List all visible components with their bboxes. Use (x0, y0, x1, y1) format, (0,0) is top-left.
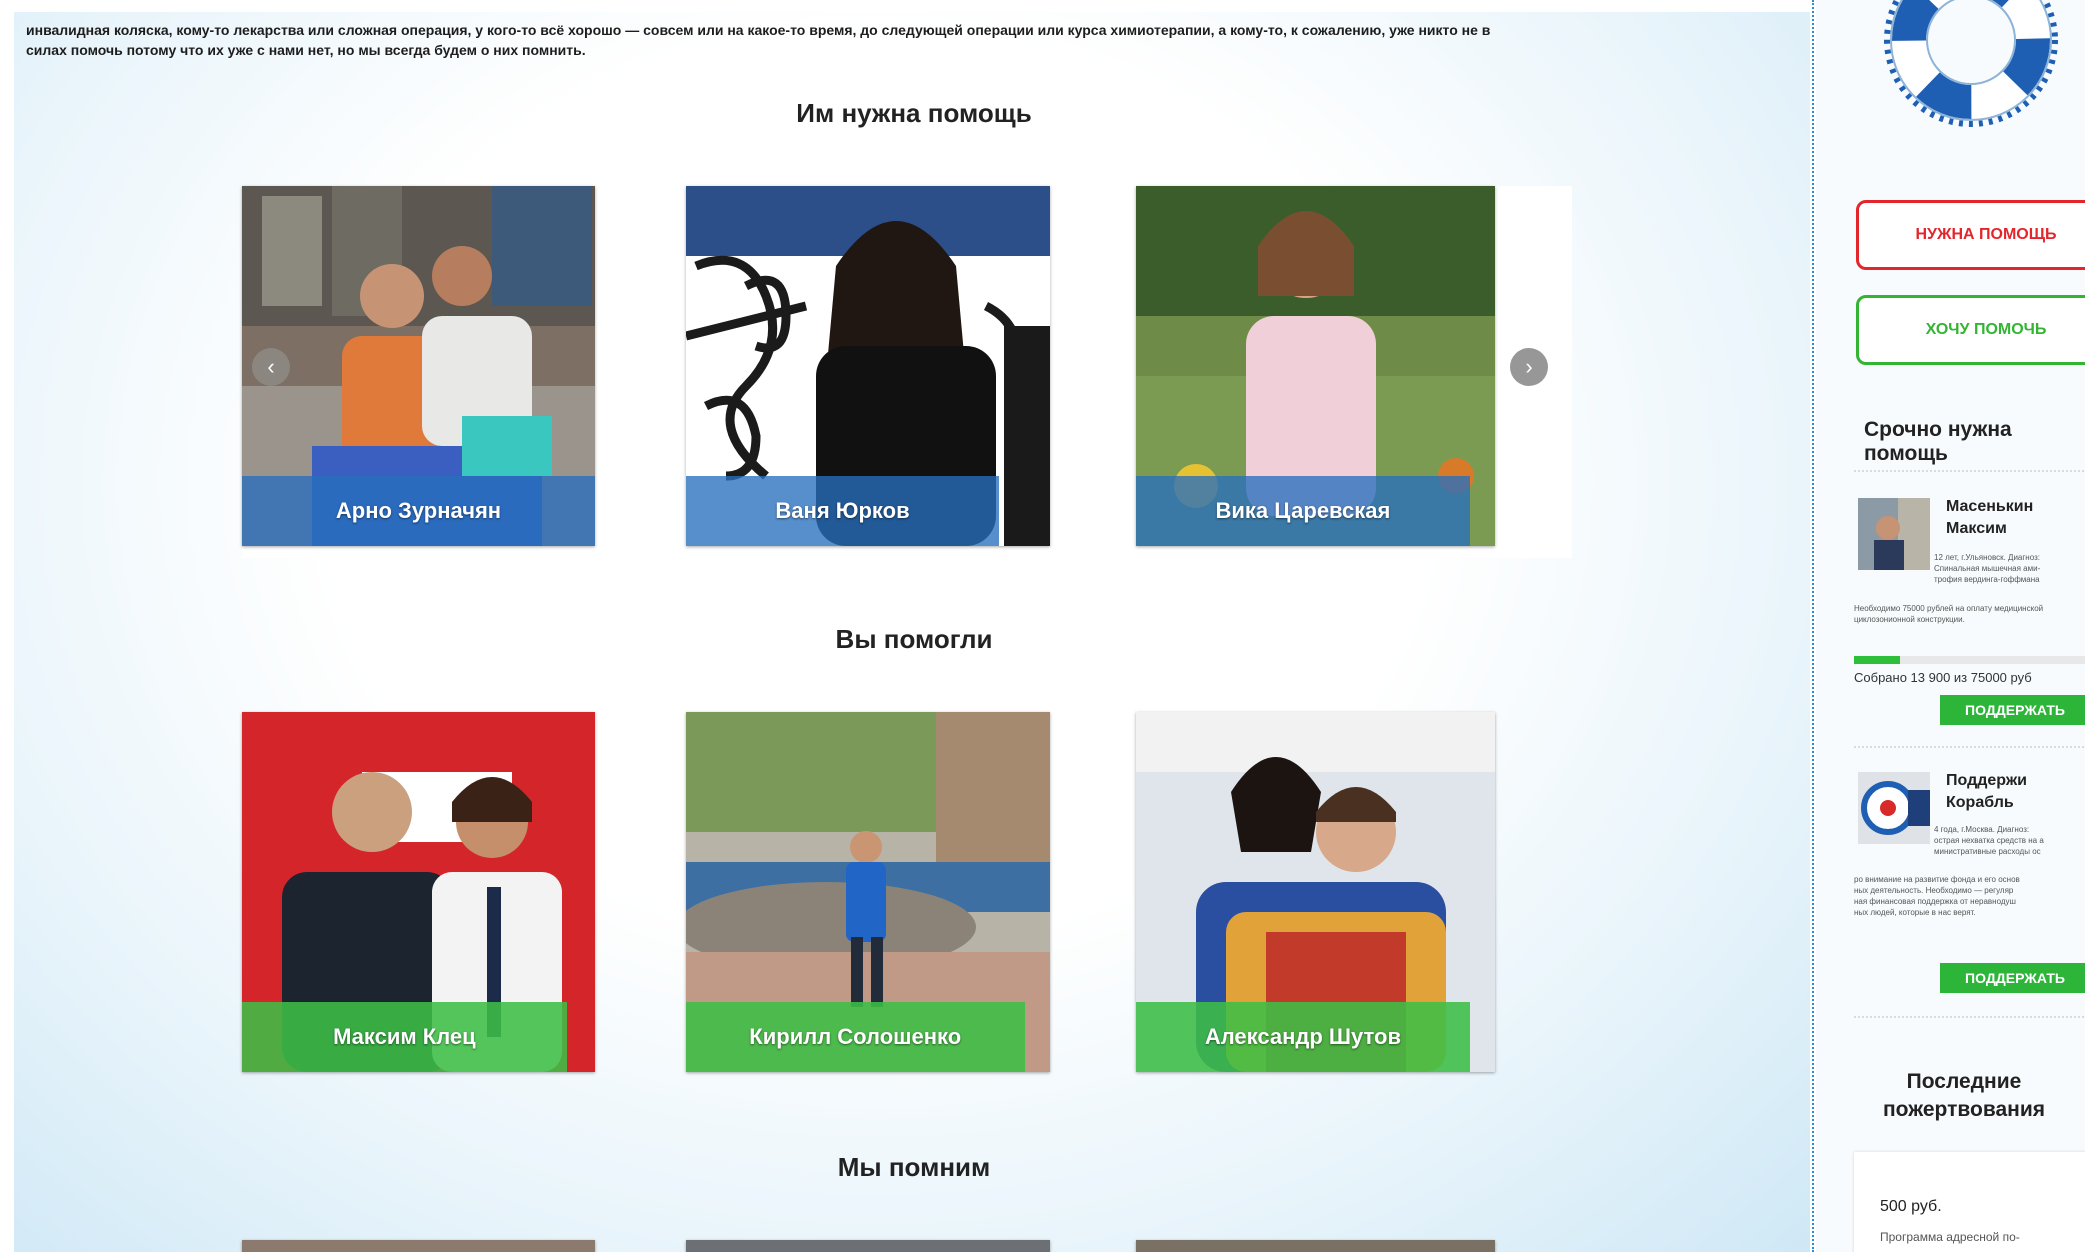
card-caption: Александр Шутов (1136, 1002, 1470, 1072)
separator (1854, 470, 2085, 472)
card-caption: Вика Царевская (1136, 476, 1470, 546)
card-helped-3[interactable]: Александр Шутов (1136, 712, 1495, 1072)
desc-line: министративные расходы ос (1934, 847, 2041, 856)
want-help-button[interactable]: ХОЧУ ПОМОЧЬ (1856, 295, 2085, 365)
card-need-help-2[interactable]: Ваня Юрков (686, 186, 1050, 546)
card-helped-2[interactable]: Кирилл Солошенко (686, 712, 1050, 1072)
intro-line-1: инвалидная коляска, кому-то лекарства ил… (26, 22, 1491, 38)
section-title-helped: Вы помогли (835, 624, 993, 654)
need-help-button[interactable]: НУЖНА ПОМОЩЬ (1856, 200, 2085, 270)
card-remember-3[interactable] (1136, 1240, 1495, 1252)
urgent-desc-2: 4 года, г.Москва. Диагноз: острая нехват… (1934, 824, 2044, 857)
desc-line: ная финансовая поддержка от неравнодуш (1854, 897, 2016, 906)
desc-line: Необходимо 75000 рублей на оплату медици… (1854, 604, 2044, 613)
main-content: инвалидная коляска, кому-то лекарства ил… (14, 12, 1810, 1252)
separator (1854, 746, 2085, 748)
desc-line: ро внимание на развитие фонда и его осно… (1854, 875, 2020, 884)
name-line: Корабль (1946, 794, 2014, 811)
desc-line: трофия вердинга-гоффмана (1934, 575, 2040, 584)
title-line: Последние (1906, 1070, 2022, 1093)
card-need-help-1[interactable]: Арно Зурначян (242, 186, 595, 546)
desc-line: 12 лет, г.Ульяновск. Диагноз: (1934, 553, 2040, 562)
title-line: пожертвования (1883, 1098, 2045, 1121)
carousel-prev-arrow-icon[interactable]: ‹ (252, 348, 290, 386)
progress-bar (1854, 656, 2085, 664)
desc-line: ных людей, которые в нас верят. (1854, 908, 1976, 917)
donation-item: 500 руб. Программа адресной по- (1854, 1152, 2085, 1252)
lifebuoy-icon (1884, 0, 2058, 127)
card-need-help-3[interactable]: Вика Царевская (1136, 186, 1495, 546)
donation-amount: 500 руб. (1880, 1198, 1942, 1215)
desc-line: острая нехватка средств на а (1934, 836, 2044, 845)
progress-fill (1854, 656, 1901, 664)
carousel-next-arrow-icon[interactable]: › (1510, 348, 1548, 386)
intro-text: инвалидная коляска, кому-то лекарства ил… (26, 20, 1796, 60)
separator (1854, 1016, 2085, 1018)
desc-line: Спинальная мышечная ами- (1934, 564, 2041, 573)
card-caption: Ваня Юрков (686, 476, 1000, 546)
urgent-desc-1b: Необходимо 75000 рублей на оплату медици… (1854, 603, 2085, 625)
name-line: Максим (1946, 520, 2007, 537)
intro-line-2: силах помочь потому что их уже с нами не… (26, 42, 586, 58)
recent-donations-title: Последние пожертвования (1854, 1068, 2074, 1124)
name-line: Поддержи (1946, 772, 2028, 789)
card-caption: Максим Клец (242, 1002, 567, 1072)
card-helped-1[interactable]: Максим Клец (242, 712, 595, 1072)
desc-line: ных деятельность. Необходимо — регуляр (1854, 886, 2014, 895)
urgent-name-1: Масенькин Максим (1946, 496, 2033, 540)
urgent-desc-2b: ро внимание на развитие фонда и его осно… (1854, 874, 2085, 918)
section-title-need-help: Им нужна помощь (796, 98, 1032, 128)
card-caption: Кирилл Солошенко (686, 1002, 1025, 1072)
desc-line: циклозонионной конструкции. (1854, 615, 1965, 624)
urgent-name-2: Поддержи Корабль (1946, 770, 2027, 814)
card-remember-1[interactable] (242, 1240, 595, 1252)
desc-line: 4 года, г.Москва. Диагноз: (1934, 825, 2030, 834)
sidebar-divider (1812, 0, 1814, 1252)
collected-amount: Собрано 13 900 из 75000 руб (1854, 670, 2032, 685)
urgent-help-title: Срочно нужна помощь (1864, 418, 2012, 465)
urgent-desc-1: 12 лет, г.Ульяновск. Диагноз: Спинальная… (1934, 552, 2040, 585)
name-line: Масенькин (1946, 498, 2034, 515)
card-remember-2[interactable] (686, 1240, 1050, 1252)
charity-logo-icon (1858, 772, 1930, 844)
support-button[interactable]: ПОДДЕРЖАТЬ (1940, 695, 2085, 725)
avatar (1858, 498, 1930, 570)
sidebar: НУЖНА ПОМОЩЬ ХОЧУ ПОМОЧЬ Срочно нужна по… (1816, 0, 2085, 1252)
donation-note: Программа адресной по- (1880, 1230, 2020, 1244)
support-button[interactable]: ПОДДЕРЖАТЬ (1940, 963, 2085, 993)
card-caption: Арно Зурначян (242, 476, 595, 546)
section-title-remember: Мы помним (837, 1152, 991, 1182)
